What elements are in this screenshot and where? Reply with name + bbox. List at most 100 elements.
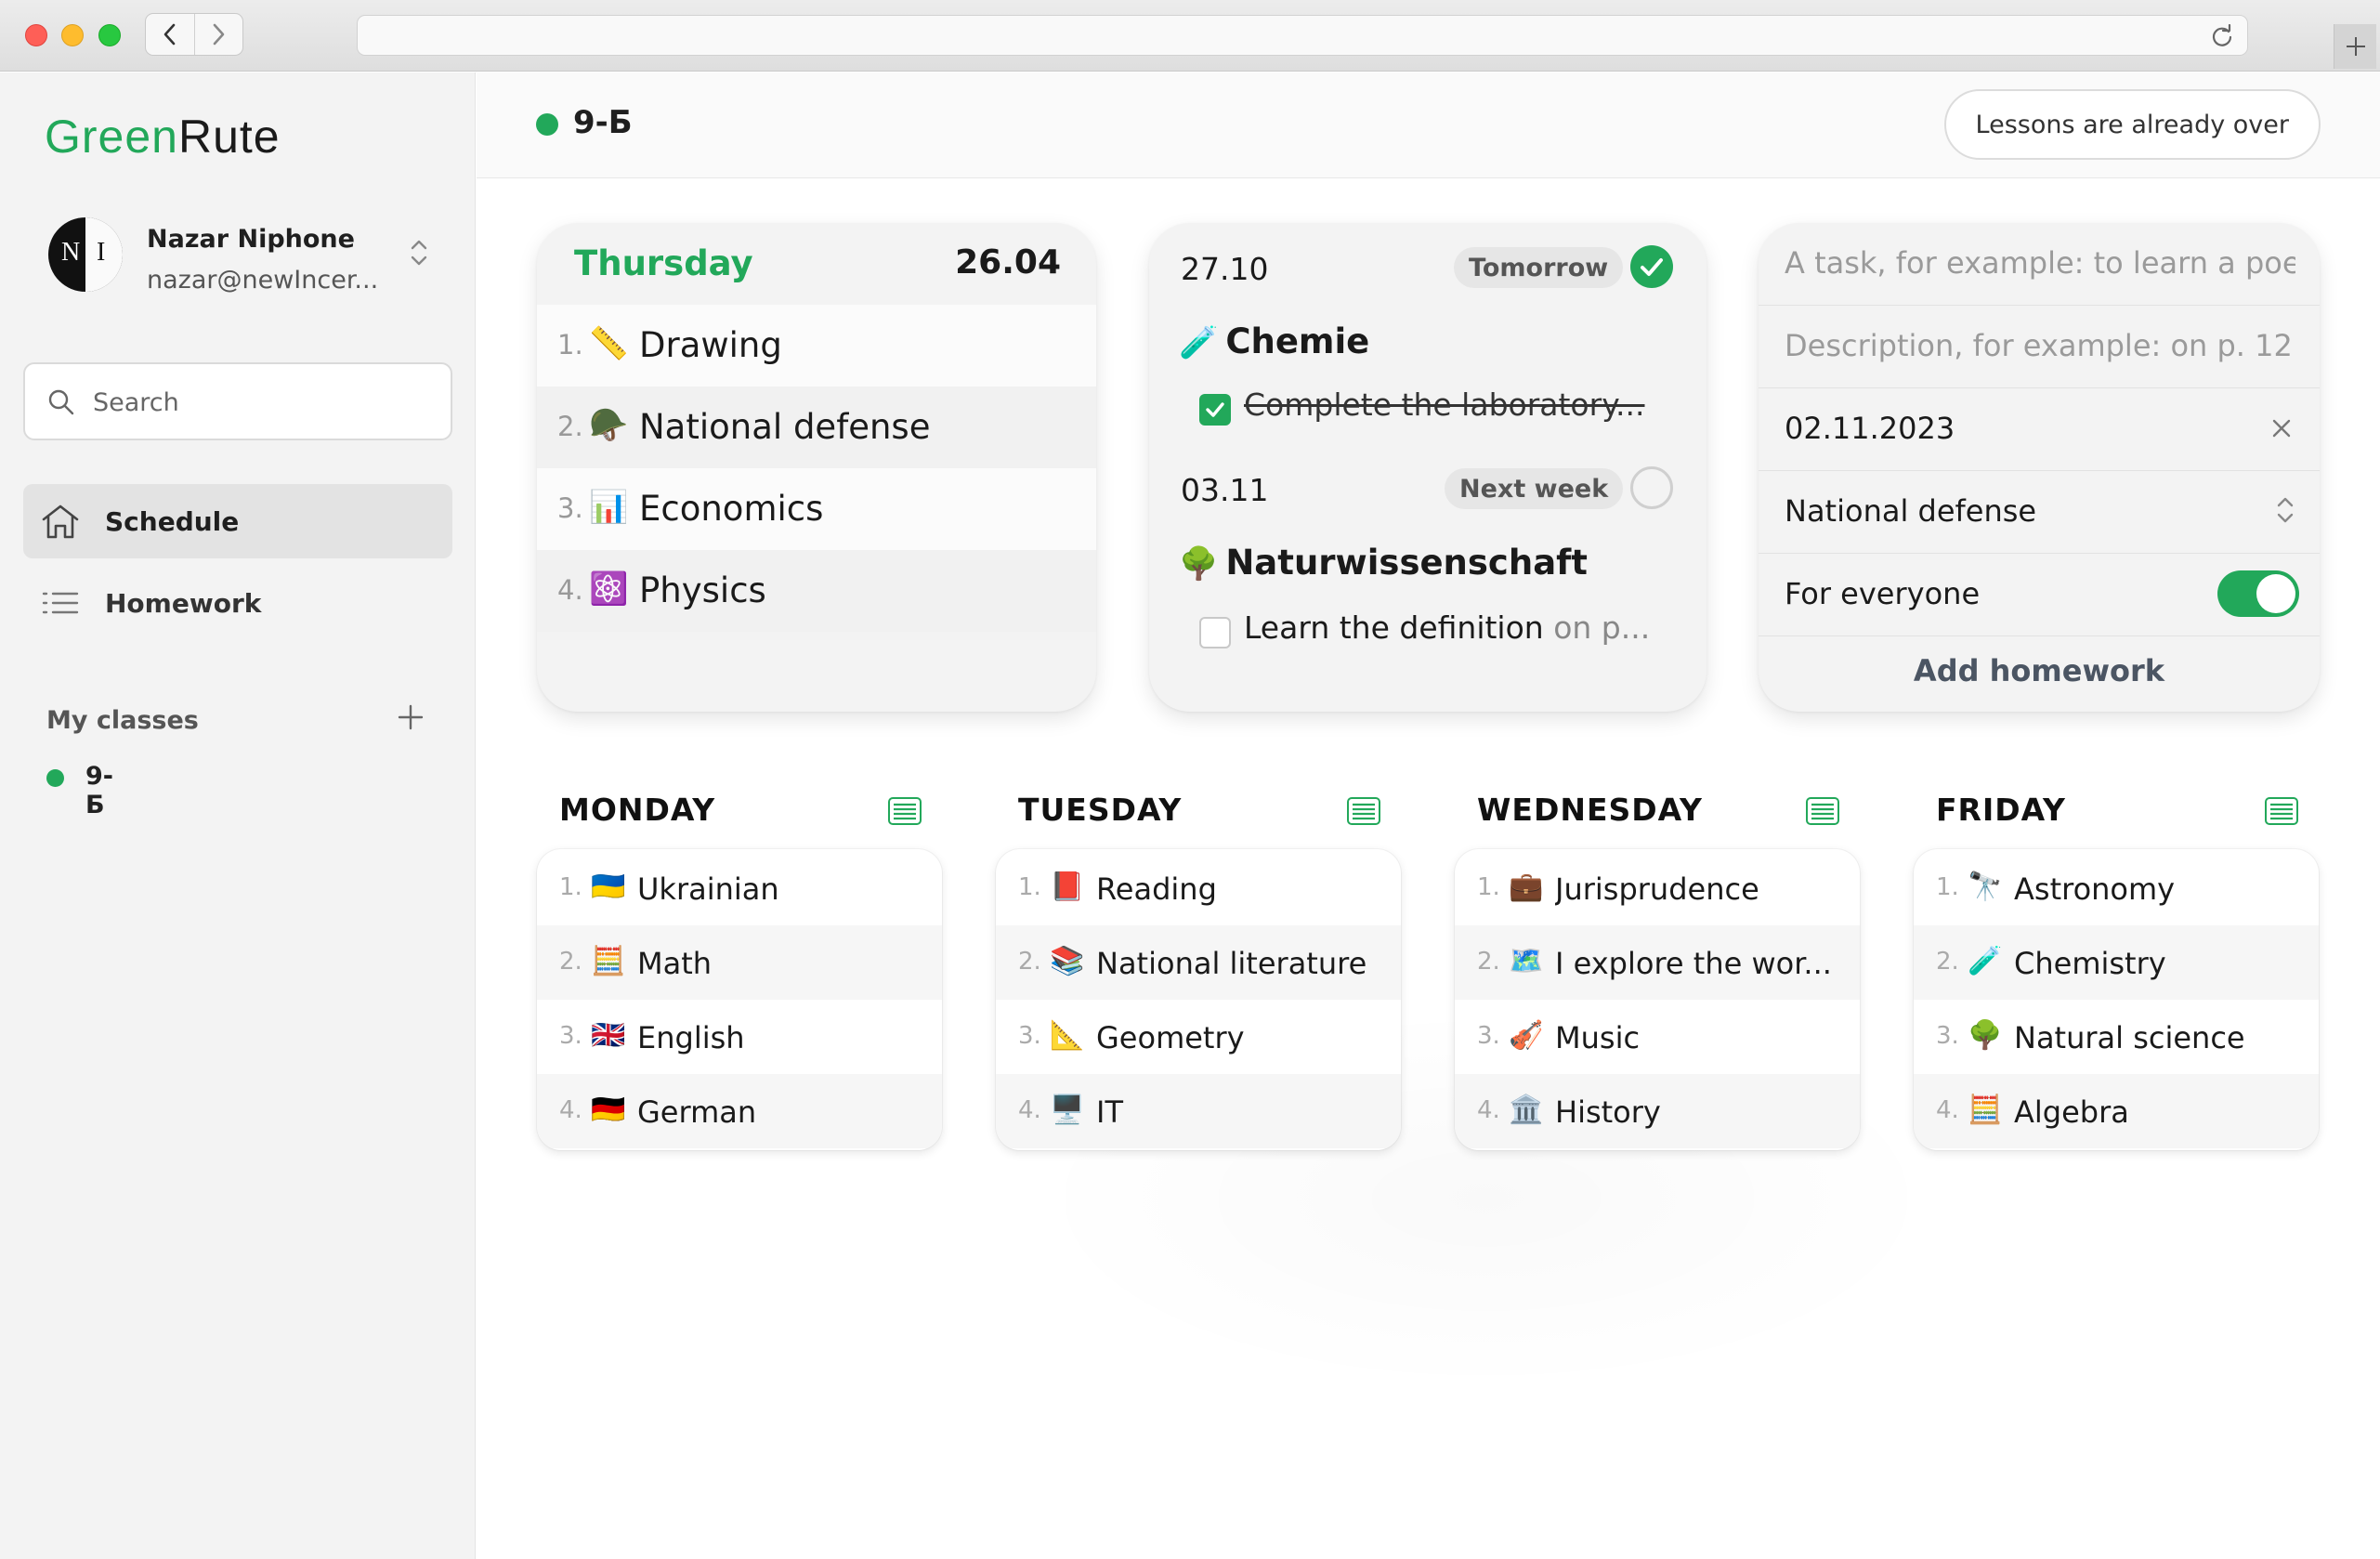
reload-icon[interactable]: [2210, 24, 2234, 48]
subject-emoji-icon: 🧮: [1968, 1094, 2003, 1126]
lesson-number: 4.: [557, 574, 583, 606]
class-status-dot: [536, 113, 558, 136]
task-text[interactable]: Learn the definition on p...: [1244, 609, 1677, 646]
add-class-button[interactable]: [394, 701, 427, 734]
lesson-row[interactable]: 3. 📊 Economics: [537, 468, 1096, 550]
sidebar: GreenRute N I Nazar Niphone nazar@newInc…: [0, 72, 476, 1559]
lesson-subject: Music: [1555, 1020, 1641, 1055]
today-date: 26.04: [955, 243, 1061, 282]
lesson-subject: Natural science: [2014, 1020, 2245, 1055]
list-icon: [42, 592, 79, 614]
lesson-row[interactable]: 4. 🏛️ History: [1455, 1074, 1860, 1148]
sidebar-item-label: Homework: [105, 588, 262, 619]
homework-subject-label: Chemie: [1225, 321, 1370, 361]
due-badge: Tomorrow: [1454, 247, 1624, 288]
avatar-letter: I: [97, 238, 106, 267]
homework-subject: 🧪 Chemie: [1179, 321, 1369, 361]
lesson-row[interactable]: 2. 🗺️ I explore the wor...: [1455, 925, 1860, 1000]
lesson-row[interactable]: 2. 🪖 National defense: [537, 386, 1096, 468]
lesson-number: 1.: [1477, 873, 1500, 901]
lesson-number: 3.: [1477, 1022, 1500, 1050]
task-text[interactable]: Complete the laboratory...: [1244, 386, 1677, 423]
lesson-number: 1.: [557, 329, 583, 360]
subject-emoji-icon: 🇬🇧: [591, 1019, 626, 1052]
today-schedule-card: Thursday 26.04 1. 📏 Drawing 2. 🪖 Nationa…: [537, 223, 1096, 712]
day-card-tuesday: 1. 📕 Reading 2. 📚 National literature 3. 📐 Geome…: [996, 849, 1401, 1150]
close-icon[interactable]: [2268, 414, 2295, 442]
address-bar[interactable]: [357, 15, 2248, 56]
ruler-icon: 📏: [589, 325, 629, 362]
task-checkbox[interactable]: [1199, 394, 1231, 426]
profile-name: Nazar Niphone: [147, 225, 355, 254]
lesson-row[interactable]: 2. 📚 National literature: [996, 925, 1401, 1000]
lesson-number: 2.: [1477, 948, 1500, 976]
lesson-row[interactable]: 2. 🧮 Math: [537, 925, 942, 1000]
lesson-row[interactable]: 1. 🇺🇦 Ukrainian: [537, 851, 942, 925]
lesson-row[interactable]: 1. 📕 Reading: [996, 851, 1401, 925]
for-everyone-row: For everyone: [1759, 554, 2320, 636]
window-close-button[interactable]: [25, 24, 47, 46]
bar-chart-icon: 📊: [589, 489, 629, 526]
sidebar-item-homework[interactable]: Homework: [23, 566, 452, 640]
lesson-row[interactable]: 3. 🌳 Natural science: [1914, 1000, 2319, 1074]
lesson-number: 3.: [559, 1022, 582, 1050]
chevron-left-icon: [163, 23, 176, 46]
lesson-row[interactable]: 1. 🔭 Astronomy: [1914, 851, 2319, 925]
description-input[interactable]: Description, for example: on p. 12..: [1759, 306, 2320, 388]
browser-toolbar: [0, 0, 2380, 72]
lesson-row[interactable]: 4. ⚛️ Physics: [537, 550, 1096, 632]
task-checkbox[interactable]: [1199, 617, 1231, 648]
day-list-icon[interactable]: [1806, 797, 1839, 825]
plus-icon: [2346, 37, 2365, 56]
profile-email: nazar@newIncer...: [147, 266, 379, 295]
lesson-number: 4.: [1018, 1096, 1041, 1124]
sidebar-item-label: Schedule: [105, 506, 240, 537]
day-title-monday: MONDAY: [559, 792, 716, 828]
lesson-subject: Ukrainian: [637, 871, 779, 907]
date-field[interactable]: 02.11.2023: [1759, 388, 2320, 471]
lesson-row[interactable]: 2. 🧪 Chemistry: [1914, 925, 2319, 1000]
lesson-subject: I explore the wor...: [1555, 946, 1832, 981]
window-minimize-button[interactable]: [61, 24, 84, 46]
new-tab-button[interactable]: [2334, 24, 2376, 69]
lesson-subject: IT: [1096, 1094, 1123, 1130]
add-homework-button[interactable]: Add homework: [1759, 636, 2320, 711]
window-zoom-button[interactable]: [98, 24, 121, 46]
homework-done-toggle[interactable]: [1630, 245, 1673, 288]
task-placeholder: A task, for example: to learn a poe: [1785, 245, 2295, 281]
profile-switcher[interactable]: N I Nazar Niphone nazar@newIncer...: [48, 217, 429, 297]
lesson-row[interactable]: 4. 🧮 Algebra: [1914, 1074, 2319, 1148]
task-input[interactable]: A task, for example: to learn a poe: [1759, 223, 2320, 306]
lesson-row[interactable]: 4. 🇩🇪 German: [537, 1074, 942, 1148]
history-nav: [145, 13, 243, 56]
lesson-number: 2.: [1018, 948, 1041, 976]
helmet-icon: 🪖: [589, 407, 629, 444]
lesson-row[interactable]: 1. 📏 Drawing: [537, 305, 1096, 386]
search-placeholder: Search: [93, 388, 179, 417]
subject-emoji-icon: 🏛️: [1509, 1094, 1544, 1126]
date-value: 02.11.2023: [1785, 411, 1955, 446]
app-logo[interactable]: GreenRute: [45, 110, 281, 164]
day-title-wednesday: WEDNESDAY: [1477, 792, 1703, 828]
lesson-row[interactable]: 3. 🎻 Music: [1455, 1000, 1860, 1074]
day-list-icon[interactable]: [2265, 797, 2298, 825]
back-button[interactable]: [146, 14, 194, 55]
subject-emoji-icon: 📐: [1050, 1019, 1085, 1052]
avatar-letter: N: [61, 238, 81, 267]
for-everyone-toggle[interactable]: [2217, 570, 2299, 617]
lesson-row[interactable]: 3. 🇬🇧 English: [537, 1000, 942, 1074]
lesson-number: 2.: [559, 948, 582, 976]
search-input[interactable]: Search: [23, 362, 452, 440]
lesson-subject: Chemistry: [2014, 946, 2166, 981]
homework-done-toggle[interactable]: [1630, 466, 1673, 509]
sidebar-item-schedule[interactable]: Schedule: [23, 484, 452, 558]
day-list-icon[interactable]: [888, 797, 922, 825]
lesson-row[interactable]: 1. 💼 Jurisprudence: [1455, 851, 1860, 925]
tree-icon: 🌳: [1179, 545, 1219, 583]
forward-button[interactable]: [193, 14, 243, 55]
subject-select[interactable]: National defense: [1759, 471, 2320, 554]
lesson-row[interactable]: 3. 📐 Geometry: [996, 1000, 1401, 1074]
day-list-icon[interactable]: [1347, 797, 1380, 825]
lesson-row[interactable]: 4. 🖥️ IT: [996, 1074, 1401, 1148]
for-everyone-label: For everyone: [1785, 576, 1981, 611]
